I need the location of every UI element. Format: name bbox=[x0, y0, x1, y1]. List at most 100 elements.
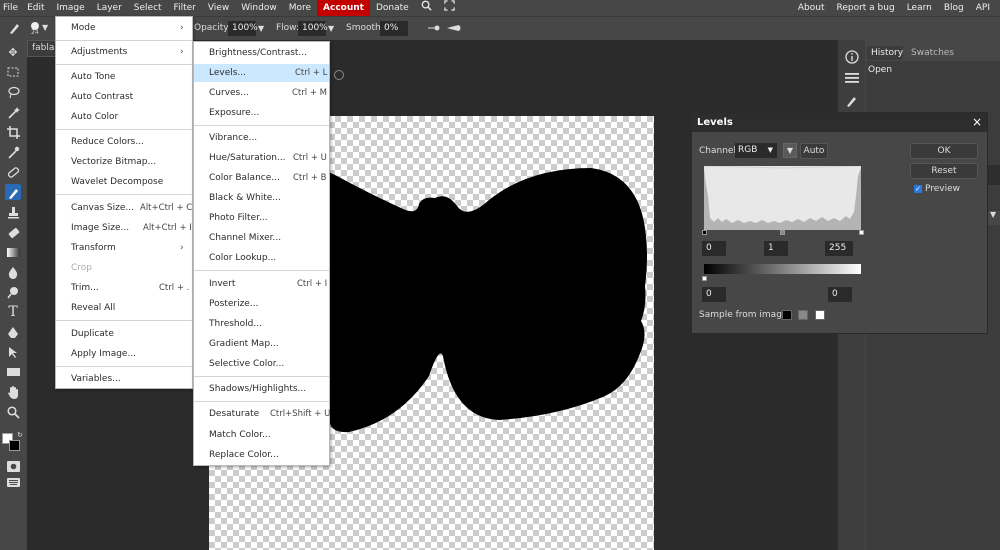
adjust-desaturate[interactable]: Desaturate Ctrl+Shift + U bbox=[194, 405, 330, 423]
menu-edit[interactable]: Edit bbox=[21, 0, 50, 16]
quick-mask-icon[interactable] bbox=[5, 458, 21, 474]
pressure-opacity-icon[interactable] bbox=[427, 23, 441, 36]
output-white-field[interactable]: 0 bbox=[828, 287, 852, 302]
flow-dropdown-icon[interactable]: ▼ bbox=[328, 24, 334, 33]
adjust-curves[interactable]: Curves... Ctrl + M bbox=[194, 84, 329, 102]
donate-button[interactable]: Donate bbox=[370, 0, 415, 16]
move-tool-icon[interactable]: ✥ bbox=[5, 44, 21, 60]
healing-brush-icon[interactable] bbox=[5, 164, 21, 180]
opacity-input[interactable]: 100% bbox=[228, 21, 258, 36]
menu-view[interactable]: View bbox=[202, 0, 235, 16]
tab-history[interactable]: History bbox=[867, 46, 903, 60]
image-menu-mode[interactable]: Mode › bbox=[56, 19, 192, 37]
image-menu-transform[interactable]: Transform › bbox=[56, 239, 192, 257]
adjust-color-balance[interactable]: Color Balance... Ctrl + B bbox=[194, 169, 329, 187]
fullscreen-icon[interactable] bbox=[438, 0, 461, 17]
menu-blog[interactable]: Blog bbox=[938, 0, 970, 16]
image-menu-image-size[interactable]: Image Size... Alt+Ctrl + I bbox=[56, 219, 192, 237]
eyedropper-icon[interactable] bbox=[5, 144, 21, 160]
crop-tool-icon[interactable] bbox=[5, 124, 21, 140]
image-menu-apply-image[interactable]: Apply Image... bbox=[56, 345, 192, 363]
background-color-swatch[interactable] bbox=[9, 440, 20, 451]
gradient-tool-icon[interactable] bbox=[5, 244, 21, 260]
brush-panel-icon[interactable] bbox=[845, 94, 859, 111]
adjust-color-lookup[interactable]: Color Lookup... bbox=[194, 249, 329, 267]
menu-api[interactable]: API bbox=[970, 0, 996, 16]
input-white-field[interactable]: 255 bbox=[825, 241, 853, 256]
clone-stamp-icon[interactable] bbox=[5, 204, 21, 220]
menu-more[interactable]: More bbox=[283, 0, 317, 16]
panel-dropdown-icon[interactable]: ▼ bbox=[990, 210, 996, 219]
menu-learn[interactable]: Learn bbox=[901, 0, 938, 16]
reset-button[interactable]: Reset bbox=[910, 163, 978, 179]
adjust-replace-color[interactable]: Replace Color... bbox=[194, 446, 329, 464]
tab-swatches[interactable]: Swatches bbox=[911, 46, 954, 60]
menu-window[interactable]: Window bbox=[235, 0, 283, 16]
opacity-dropdown-icon[interactable]: ▼ bbox=[258, 24, 264, 33]
brush-tool-icon[interactable] bbox=[8, 21, 22, 38]
ok-button[interactable]: OK bbox=[910, 143, 978, 159]
adjust-shadows-highlights[interactable]: Shadows/Highlights... bbox=[194, 380, 329, 398]
close-icon[interactable]: × bbox=[972, 115, 982, 129]
type-tool-icon[interactable]: T bbox=[5, 304, 21, 320]
eraser-icon[interactable] bbox=[5, 224, 21, 240]
input-black-handle[interactable] bbox=[702, 230, 707, 235]
history-item-open[interactable]: Open bbox=[868, 65, 892, 75]
image-menu-auto-color[interactable]: Auto Color bbox=[56, 108, 192, 126]
pressure-size-icon[interactable] bbox=[446, 23, 462, 36]
magic-wand-icon[interactable] bbox=[5, 104, 21, 120]
adjust-gradient-map[interactable]: Gradient Map... bbox=[194, 335, 329, 353]
sample-black-eyedropper[interactable] bbox=[782, 310, 792, 320]
menu-layer[interactable]: Layer bbox=[91, 0, 128, 16]
menu-image[interactable]: Image bbox=[51, 0, 91, 16]
hand-tool-icon[interactable] bbox=[5, 384, 21, 400]
input-gamma-field[interactable]: 1 bbox=[764, 241, 788, 256]
adjust-match-color[interactable]: Match Color... bbox=[194, 426, 329, 444]
zoom-tool-icon[interactable] bbox=[5, 404, 21, 420]
channel-select[interactable]: RGB ▼ bbox=[735, 143, 777, 158]
adjust-selective-color[interactable]: Selective Color... bbox=[194, 355, 329, 373]
properties-icon[interactable] bbox=[845, 72, 859, 87]
image-menu-canvas-size[interactable]: Canvas Size... Alt+Ctrl + C bbox=[56, 199, 192, 217]
image-menu-reveal-all[interactable]: Reveal All bbox=[56, 299, 192, 317]
menu-file[interactable]: File bbox=[0, 0, 21, 16]
flow-input[interactable]: 100% bbox=[298, 21, 328, 36]
adjust-brightness-contrast[interactable]: Brightness/Contrast... bbox=[194, 44, 329, 62]
brush-dropdown-icon[interactable]: ▼ bbox=[42, 23, 48, 32]
input-gamma-handle[interactable] bbox=[780, 230, 785, 235]
adjust-hue-saturation[interactable]: Hue/Saturation... Ctrl + U bbox=[194, 149, 329, 167]
adjust-exposure[interactable]: Exposure... bbox=[194, 104, 329, 122]
image-menu-auto-tone[interactable]: Auto Tone bbox=[56, 68, 192, 86]
auto-button[interactable]: Auto bbox=[800, 143, 828, 159]
preview-checkbox[interactable]: ✓ bbox=[914, 185, 922, 193]
keyboard-icon[interactable] bbox=[5, 474, 21, 490]
adjust-vibrance[interactable]: Vibrance... bbox=[194, 129, 329, 147]
image-menu-variables[interactable]: Variables... bbox=[56, 370, 192, 388]
adjust-photo-filter[interactable]: Photo Filter... bbox=[194, 209, 329, 227]
menu-filter[interactable]: Filter bbox=[168, 0, 202, 16]
input-black-field[interactable]: 0 bbox=[702, 241, 726, 256]
shape-tool-icon[interactable] bbox=[5, 364, 21, 380]
output-black-handle[interactable] bbox=[702, 276, 707, 281]
menu-select[interactable]: Select bbox=[128, 0, 168, 16]
image-menu-vectorize-bitmap[interactable]: Vectorize Bitmap... bbox=[56, 153, 192, 171]
image-menu-adjustments[interactable]: Adjustments › bbox=[56, 43, 192, 61]
account-button[interactable]: Account bbox=[317, 0, 370, 16]
output-black-field[interactable]: 0 bbox=[702, 287, 726, 302]
image-menu-auto-contrast[interactable]: Auto Contrast bbox=[56, 88, 192, 106]
info-icon[interactable] bbox=[845, 50, 859, 67]
smooth-input[interactable]: 0% bbox=[380, 21, 408, 36]
search-icon[interactable] bbox=[415, 0, 438, 17]
adjust-black-white[interactable]: Black & White... bbox=[194, 189, 329, 207]
image-menu-reduce-colors[interactable]: Reduce Colors... bbox=[56, 133, 192, 151]
swap-colors-icon[interactable]: ↻ bbox=[17, 431, 23, 439]
path-select-icon[interactable] bbox=[5, 344, 21, 360]
sample-gray-eyedropper[interactable] bbox=[798, 310, 808, 320]
channel-options-button[interactable]: ▼ bbox=[783, 143, 797, 158]
sample-white-eyedropper[interactable] bbox=[815, 310, 825, 320]
adjust-levels[interactable]: Levels... Ctrl + L bbox=[194, 64, 329, 82]
lasso-tool-icon[interactable] bbox=[5, 84, 21, 100]
adjust-posterize[interactable]: Posterize... bbox=[194, 295, 329, 313]
adjust-channel-mixer[interactable]: Channel Mixer... bbox=[194, 229, 329, 247]
menu-about[interactable]: About bbox=[792, 0, 831, 16]
